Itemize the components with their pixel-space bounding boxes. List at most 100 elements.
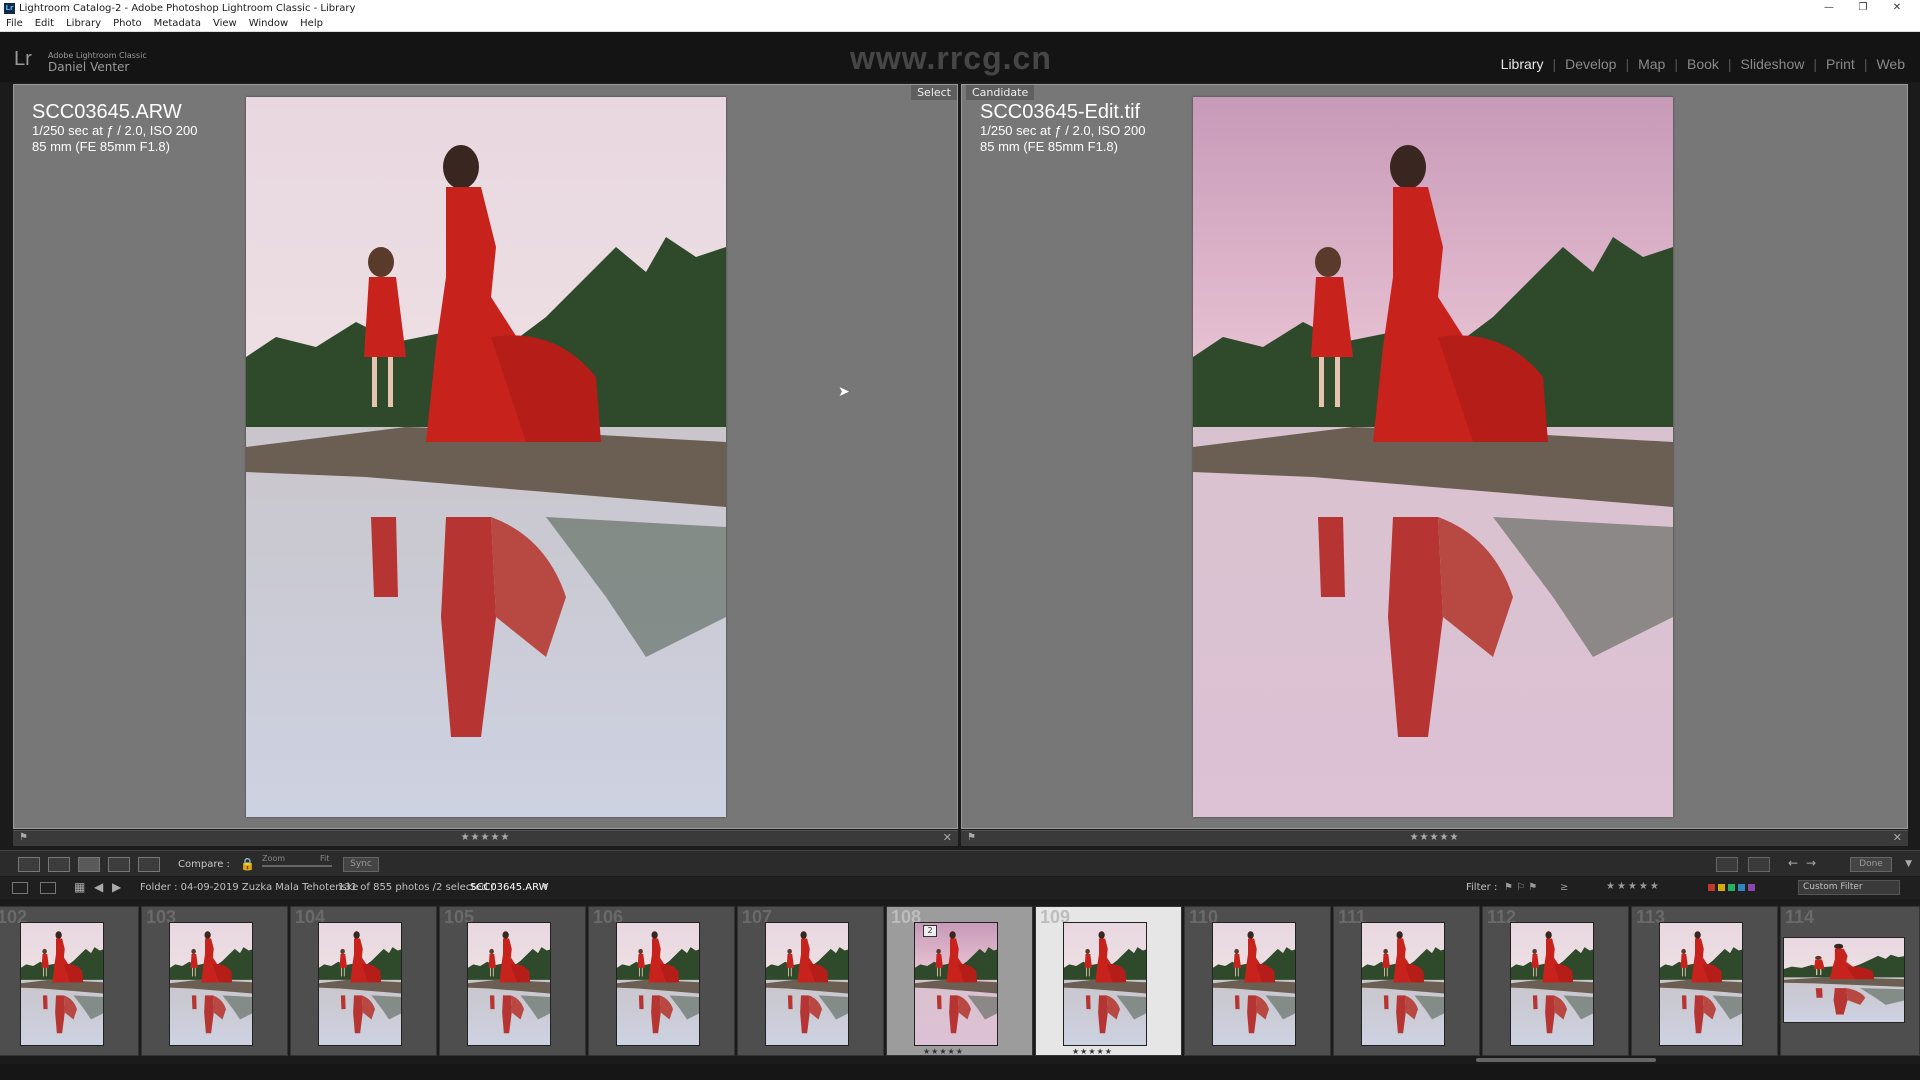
people-view-icon[interactable]: [138, 857, 160, 872]
lr-logo: Lr: [14, 48, 32, 70]
custom-filter-dropdown[interactable]: Custom Filter: [1798, 880, 1900, 895]
filmstrip-cell[interactable]: 113: [1631, 906, 1778, 1056]
minimize-icon[interactable]: —: [1812, 0, 1846, 16]
filmstrip-cell[interactable]: 106: [588, 906, 735, 1056]
second-window-icon[interactable]: [40, 882, 56, 894]
module-slideshow[interactable]: Slideshow: [1732, 56, 1814, 72]
filmstrip-header: ▦ ◀ ▶ Folder : 04-09-2019 Zuzka Mala Teh…: [0, 877, 1920, 899]
color-label-filter[interactable]: [1708, 884, 1758, 891]
grid-view-icon[interactable]: [18, 857, 40, 872]
select-pane-footer: ⚑ ★★★★★ ✕: [13, 830, 958, 846]
module-map[interactable]: Map: [1629, 56, 1674, 72]
thumbnail: [20, 922, 104, 1046]
color-red-swatch[interactable]: [1708, 884, 1715, 891]
select-lens: 85 mm (FE 85mm F1.8): [32, 139, 170, 154]
cell-number: 114: [1785, 907, 1815, 927]
module-develop[interactable]: Develop: [1556, 56, 1625, 72]
toolbar-menu-chevron-icon[interactable]: ▼: [1905, 859, 1912, 869]
menu-file[interactable]: File: [0, 18, 29, 29]
filmstrip-cell[interactable]: 102: [0, 906, 139, 1056]
mouse-cursor-icon: ➤: [838, 384, 850, 400]
done-button[interactable]: Done: [1850, 857, 1892, 872]
thumbnail: [318, 922, 402, 1046]
reject-x-icon[interactable]: ✕: [943, 831, 952, 844]
thumbnail: [1659, 922, 1743, 1046]
filmstrip-cell[interactable]: 105: [439, 906, 586, 1056]
reject-x-icon[interactable]: ✕: [1893, 831, 1902, 844]
back-arrow-icon[interactable]: ◀: [94, 880, 103, 894]
filmstrip-cell-selected[interactable]: 108 2 ★★★★★: [886, 906, 1033, 1056]
module-book[interactable]: Book: [1678, 56, 1728, 72]
compare-candidate-pane[interactable]: Candidate SCC03645-Edit.tif 1/250 sec at…: [961, 84, 1908, 829]
menu-metadata[interactable]: Metadata: [148, 18, 207, 29]
bottom-panel-toggle[interactable]: [0, 1064, 1920, 1080]
module-library[interactable]: Library: [1492, 56, 1553, 72]
thumbnail: [1510, 922, 1594, 1046]
thumbnail: [616, 922, 700, 1046]
loupe-view-icon[interactable]: [48, 857, 70, 872]
module-web[interactable]: Web: [1867, 56, 1914, 72]
module-print[interactable]: Print: [1817, 56, 1864, 72]
select-badge: Select: [911, 85, 957, 100]
main-window-icon[interactable]: [12, 882, 28, 894]
candidate-rating-stars[interactable]: ★★★★★: [961, 832, 1908, 843]
zoom-slider[interactable]: [262, 865, 332, 867]
compare-select-pane[interactable]: Select SCC03645.ARW 1/250 sec at ƒ / 2.0…: [13, 84, 958, 829]
survey-view-icon[interactable]: [108, 857, 130, 872]
filmstrip-cell[interactable]: 114: [1780, 906, 1920, 1056]
thumbnail: [1212, 922, 1296, 1046]
next-arrow-icon[interactable]: →: [1806, 856, 1816, 870]
menu-photo[interactable]: Photo: [107, 18, 148, 29]
maximize-icon[interactable]: ❐: [1846, 0, 1880, 16]
filename-dropdown-icon[interactable]: ▼: [542, 882, 548, 891]
color-purple-swatch[interactable]: [1748, 884, 1755, 891]
flag-filter-icon[interactable]: ⚑ ⚐ ⚑: [1504, 882, 1537, 893]
color-blue-swatch[interactable]: [1738, 884, 1745, 891]
compare-view-icon[interactable]: [78, 857, 100, 872]
filmstrip-cell[interactable]: 104: [290, 906, 437, 1056]
select-exposure: 1/250 sec at ƒ / 2.0, ISO 200: [32, 123, 198, 138]
select-photo-image: [246, 97, 726, 817]
select-filename: SCC03645.ARW: [32, 101, 182, 123]
color-green-swatch[interactable]: [1728, 884, 1735, 891]
filmstrip-cell-active[interactable]: 109 ★★★★★: [1035, 906, 1182, 1056]
menu-bar: File Edit Library Photo Metadata View Wi…: [0, 16, 1920, 32]
filmstrip-cell[interactable]: 112: [1482, 906, 1629, 1056]
filmstrip-cell[interactable]: 110: [1184, 906, 1331, 1056]
compare-toolbar: Compare : 🔒 Zoom Fit Sync ← → Done ▼: [0, 850, 1920, 876]
menu-library[interactable]: Library: [60, 18, 107, 29]
rating-filter-icon[interactable]: ≥: [1560, 882, 1568, 893]
close-icon[interactable]: ✕: [1880, 0, 1914, 16]
menu-window[interactable]: Window: [243, 18, 294, 29]
candidate-lens: 85 mm (FE 85mm F1.8): [980, 139, 1118, 154]
current-filename[interactable]: SCC03645.ARW: [470, 882, 549, 893]
filmstrip-cell[interactable]: 107: [737, 906, 884, 1056]
swap-icon[interactable]: [1716, 857, 1738, 872]
menu-edit[interactable]: Edit: [29, 18, 60, 29]
filter-stars[interactable]: ★★★★★: [1606, 881, 1661, 892]
zoom-label: Zoom: [262, 854, 286, 863]
lightroom-app-icon: Lr: [4, 2, 15, 14]
stack-count-badge[interactable]: 2: [923, 925, 937, 937]
thumbnail: [765, 922, 849, 1046]
thumbnail: [1783, 937, 1905, 1023]
filmstrip-cell[interactable]: 111: [1333, 906, 1480, 1056]
grid-icon[interactable]: ▦: [74, 880, 85, 894]
sync-button[interactable]: Sync: [343, 857, 379, 872]
thumbnail: [467, 922, 551, 1046]
previous-arrow-icon[interactable]: ←: [1788, 856, 1798, 870]
select-photo[interactable]: [246, 97, 726, 817]
make-select-icon[interactable]: [1748, 857, 1770, 872]
user-name: Daniel Venter: [48, 60, 130, 74]
filmstrip-scrollbar[interactable]: [1476, 1058, 1656, 1062]
thumbnail: [169, 922, 253, 1046]
color-yellow-swatch[interactable]: [1718, 884, 1725, 891]
candidate-photo[interactable]: [1193, 97, 1673, 817]
filmstrip-cell[interactable]: 103: [141, 906, 288, 1056]
menu-view[interactable]: View: [207, 18, 243, 29]
select-rating-stars[interactable]: ★★★★★: [13, 832, 958, 843]
menu-help[interactable]: Help: [294, 18, 329, 29]
folder-source[interactable]: Folder : 04-09-2019 Zuzka Mala Tehotensk…: [140, 882, 358, 893]
forward-arrow-icon[interactable]: ▶: [112, 880, 121, 894]
lock-icon[interactable]: 🔒: [240, 857, 255, 871]
